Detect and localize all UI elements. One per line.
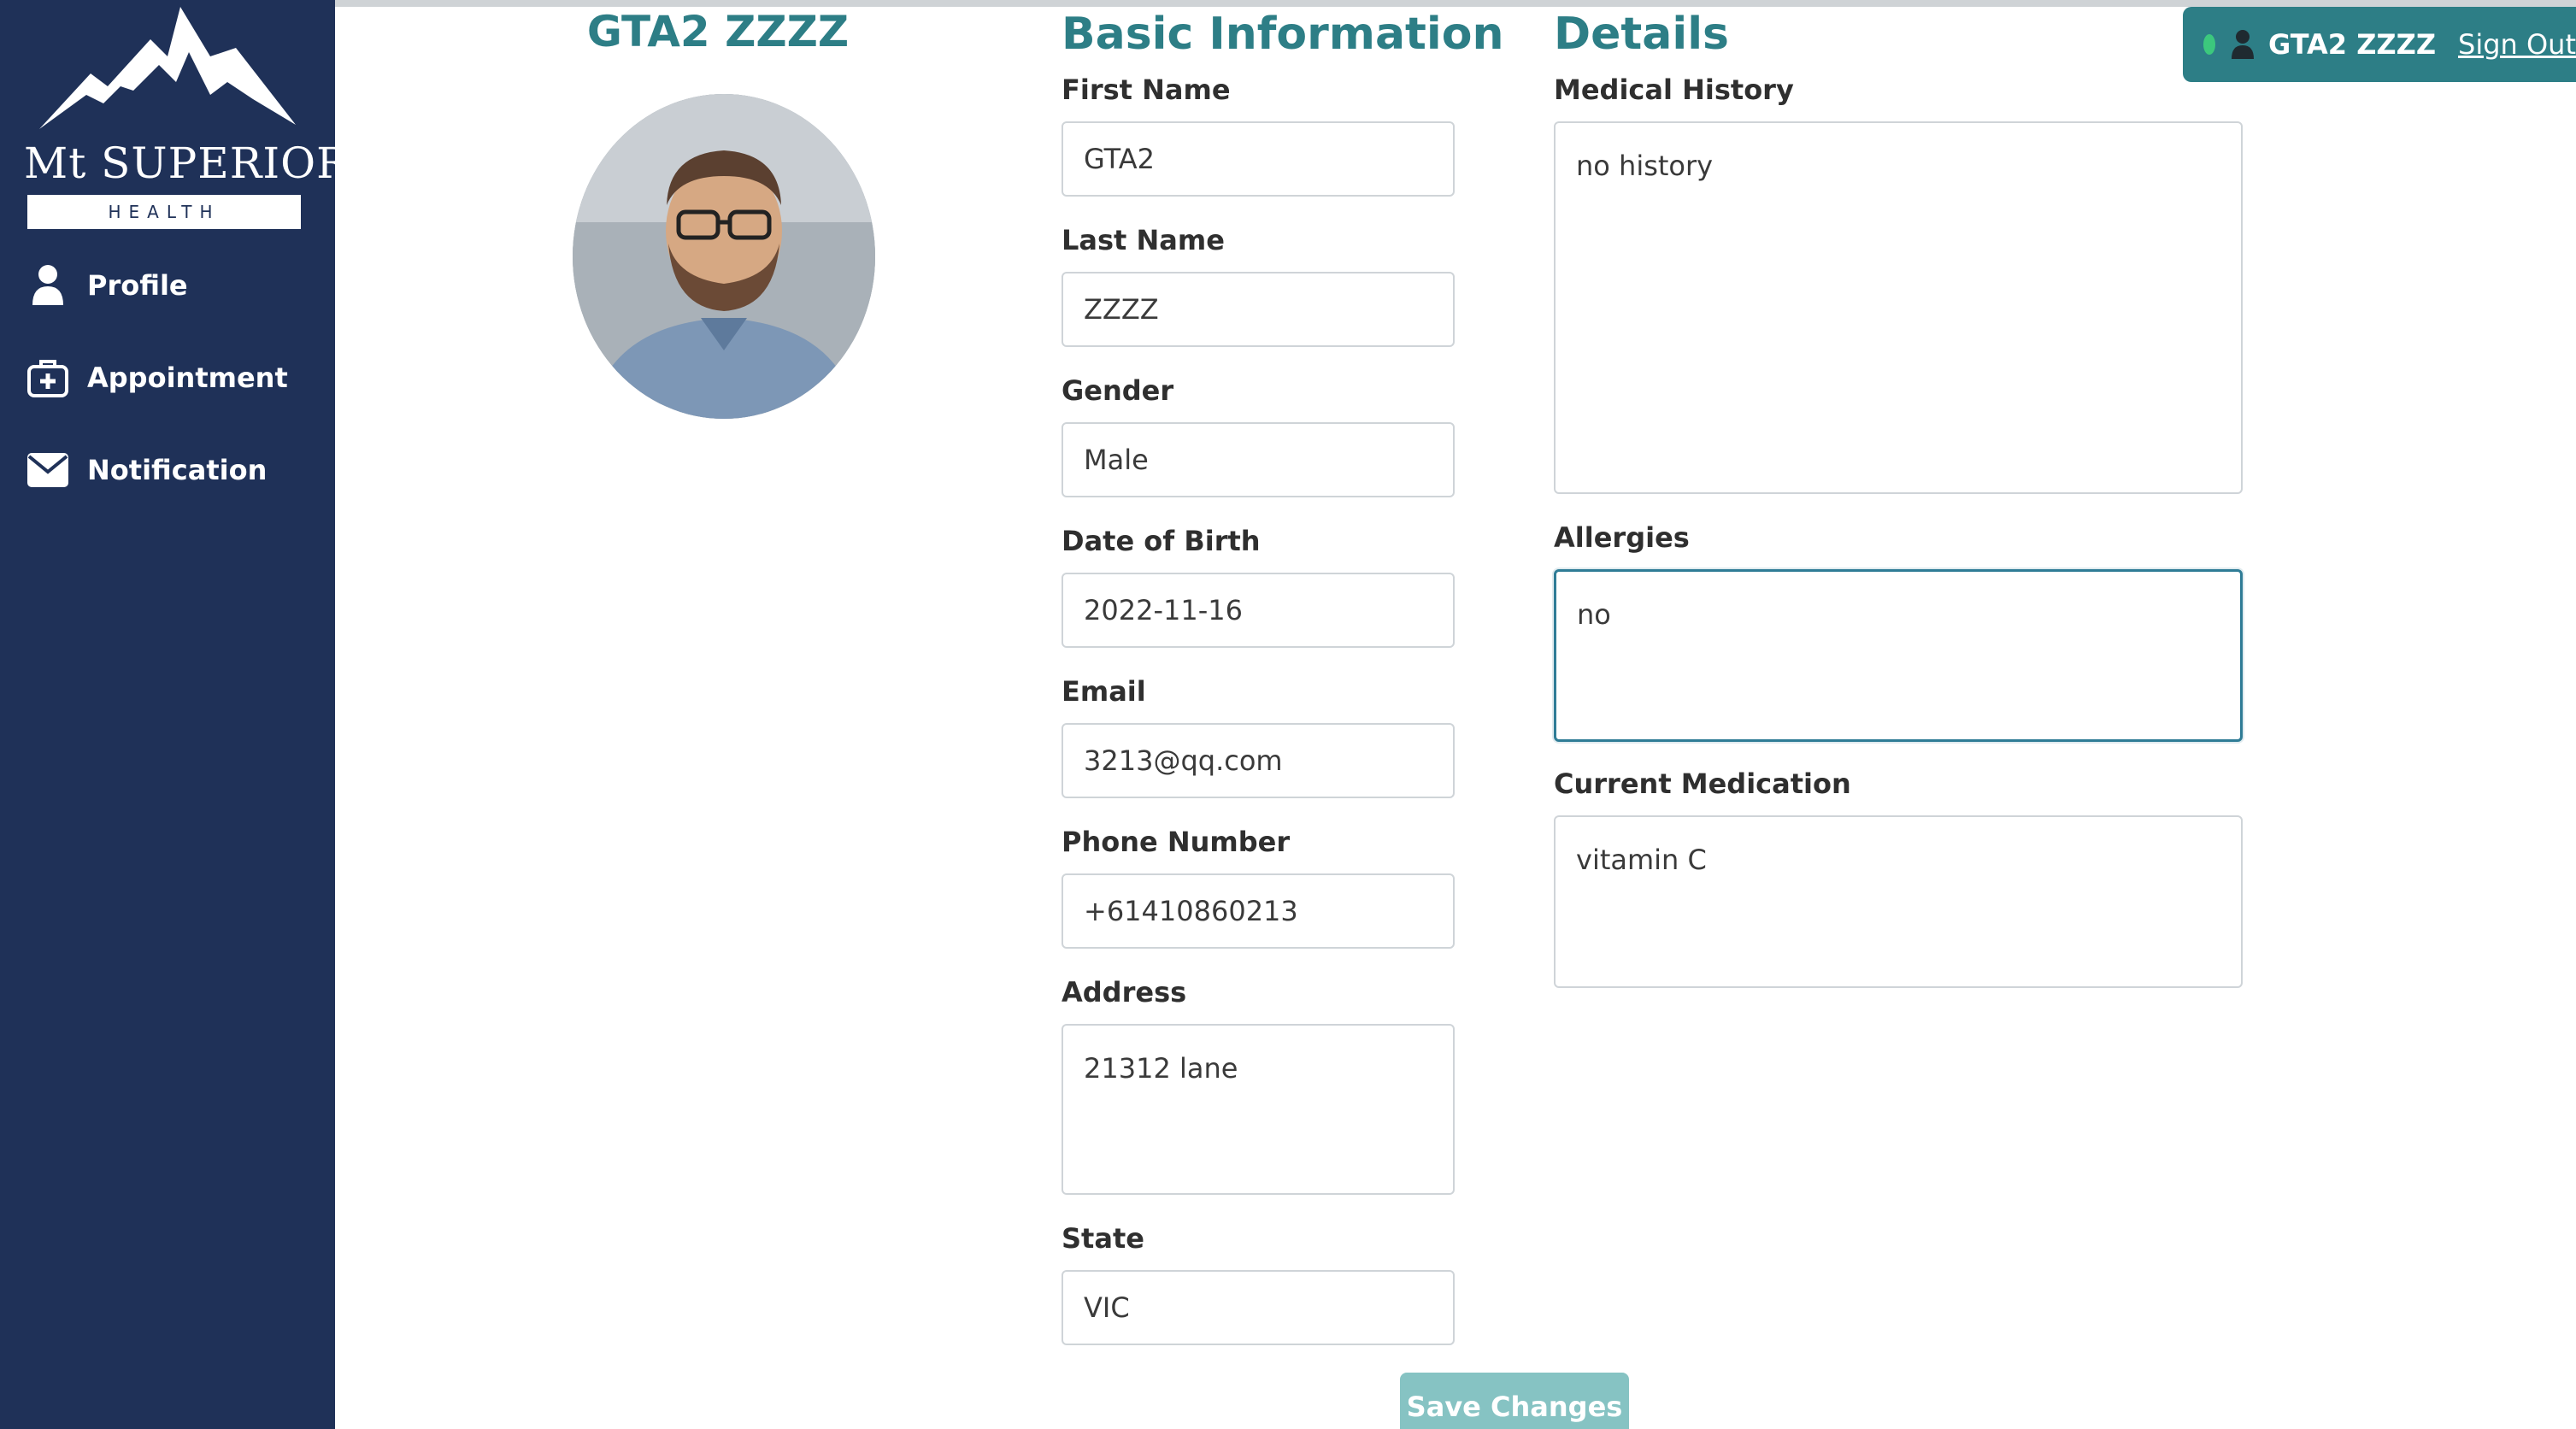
phone-number-field[interactable] bbox=[1062, 873, 1455, 949]
sidebar-item-profile[interactable]: Profile bbox=[26, 258, 316, 313]
user-icon bbox=[2231, 27, 2255, 62]
user-photo-icon bbox=[573, 94, 875, 419]
sidebar-item-notification[interactable]: Notification bbox=[26, 443, 316, 497]
sidebar-item-label: Profile bbox=[87, 269, 188, 302]
current-medication-label: Current Medication bbox=[1554, 767, 1851, 800]
sidebar-item-label: Notification bbox=[87, 454, 268, 486]
sidebar-item-appointment[interactable]: Appointment bbox=[26, 350, 316, 405]
state-label: State bbox=[1062, 1222, 1144, 1255]
medical-bag-icon bbox=[26, 356, 70, 400]
top-divider bbox=[335, 0, 2576, 7]
app-root: Mt SUPERIOR HEALTH Profile Appointment N… bbox=[0, 0, 2576, 1429]
envelope-icon bbox=[26, 448, 70, 492]
account-name: GTA2 ZZZZ bbox=[2267, 28, 2437, 61]
gender-field[interactable] bbox=[1062, 422, 1455, 497]
email-label: Email bbox=[1062, 675, 1146, 708]
first-name-field[interactable] bbox=[1062, 121, 1455, 197]
gender-label: Gender bbox=[1062, 374, 1174, 407]
online-status-icon bbox=[2203, 34, 2215, 55]
save-changes-button[interactable]: Save Changes bbox=[1400, 1373, 1629, 1429]
current-medication-field[interactable]: vitamin C bbox=[1554, 815, 2243, 988]
first-name-label: First Name bbox=[1062, 74, 1231, 106]
brand-tagline: HEALTH bbox=[27, 195, 301, 229]
details-heading: Details bbox=[1554, 9, 1729, 60]
date-of-birth-label: Date of Birth bbox=[1062, 525, 1261, 557]
sidebar: Mt SUPERIOR HEALTH Profile Appointment N… bbox=[0, 0, 350, 1429]
brand-logo[interactable]: Mt SUPERIOR HEALTH bbox=[24, 5, 350, 229]
account-bar: GTA2 ZZZZ Sign Out bbox=[2183, 7, 2576, 82]
person-icon bbox=[26, 263, 70, 308]
email-field[interactable] bbox=[1062, 723, 1455, 798]
medical-history-label: Medical History bbox=[1554, 74, 1794, 106]
phone-number-label: Phone Number bbox=[1062, 826, 1291, 858]
last-name-field[interactable] bbox=[1062, 272, 1455, 347]
brand-name: Mt SUPERIOR bbox=[24, 138, 350, 188]
address-label: Address bbox=[1062, 976, 1187, 1009]
allergies-field[interactable]: no bbox=[1554, 569, 2243, 742]
state-field[interactable] bbox=[1062, 1270, 1455, 1345]
sidebar-item-label: Appointment bbox=[87, 362, 288, 394]
avatar bbox=[573, 94, 875, 419]
profile-display-name: GTA2 ZZZZ bbox=[586, 7, 850, 56]
address-field[interactable]: 21312 lane bbox=[1062, 1024, 1455, 1195]
date-of-birth-field[interactable] bbox=[1062, 573, 1455, 648]
sign-out-link[interactable]: Sign Out bbox=[2458, 28, 2576, 61]
basic-information-heading: Basic Information bbox=[1062, 9, 1504, 60]
medical-history-field[interactable]: no history bbox=[1554, 121, 2243, 494]
allergies-label: Allergies bbox=[1554, 521, 1690, 554]
mountain-logo-icon bbox=[39, 7, 296, 129]
last-name-label: Last Name bbox=[1062, 224, 1225, 256]
